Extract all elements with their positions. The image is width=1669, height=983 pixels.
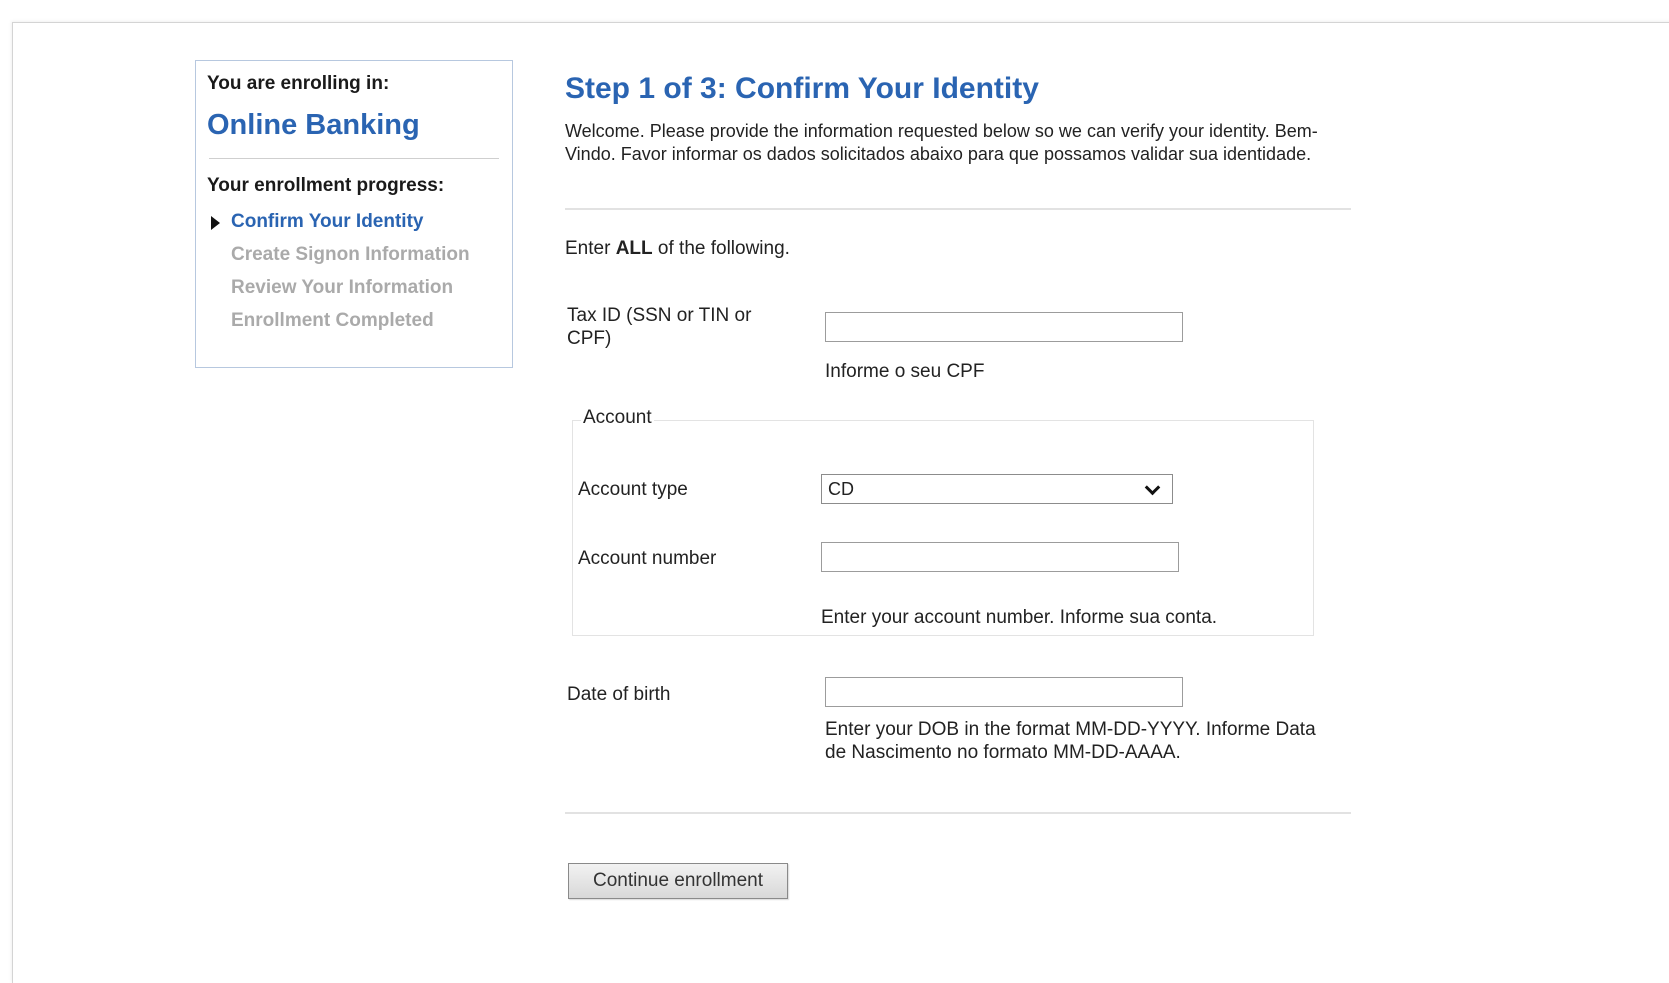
account-type-value: CD <box>828 479 854 499</box>
sidebar-divider <box>209 158 499 159</box>
progress-step-confirm-identity: Confirm Your Identity <box>207 211 500 244</box>
top-divider <box>565 208 1351 210</box>
enrolling-label: You are enrolling in: <box>207 73 390 94</box>
progress-step-label: Enrollment Completed <box>231 310 434 331</box>
progress-label: Your enrollment progress: <box>207 175 445 196</box>
tax-id-label: Tax ID (SSN or TIN or CPF) <box>567 305 752 349</box>
product-name: Online Banking <box>207 109 420 141</box>
progress-step-enrollment-completed: Enrollment Completed <box>207 310 500 343</box>
tax-id-help: Informe o seu CPF <box>825 361 985 382</box>
enter-all-instruction: Enter ALL of the following. <box>565 238 790 260</box>
page-title: Step 1 of 3: Confirm Your Identity <box>565 72 1039 105</box>
continue-enrollment-button[interactable]: Continue enrollment <box>568 863 788 899</box>
main-content: Step 1 of 3: Confirm Your Identity Welco… <box>565 72 1351 899</box>
enter-all-bold: ALL <box>615 238 653 259</box>
dob-input[interactable] <box>825 677 1183 707</box>
account-legend: Account <box>581 407 654 429</box>
enter-all-prefix: Enter <box>565 238 616 259</box>
account-type-label: Account type <box>578 479 688 500</box>
dob-label: Date of birth <box>567 684 671 705</box>
progress-list: Confirm Your Identity Create Signon Info… <box>207 211 500 343</box>
enter-all-suffix: of the following. <box>652 238 790 259</box>
dob-help: Enter your DOB in the format MM-DD-YYYY.… <box>825 719 1316 763</box>
current-step-arrow-icon <box>211 216 220 230</box>
progress-step-review-information: Review Your Information <box>207 277 500 310</box>
account-fieldset: Account Account type CD Account number E… <box>572 407 1314 636</box>
account-number-input[interactable] <box>821 542 1179 572</box>
account-number-help: Enter your account number. Informe sua c… <box>821 607 1218 628</box>
progress-step-label: Create Signon Information <box>231 244 470 265</box>
progress-step-label: Confirm Your Identity <box>231 211 424 232</box>
tax-id-input[interactable] <box>825 312 1183 342</box>
chevron-down-icon <box>1144 479 1161 496</box>
bottom-divider <box>565 812 1351 814</box>
progress-step-label: Review Your Information <box>231 277 454 298</box>
account-type-select[interactable]: CD <box>821 474 1173 504</box>
account-number-label: Account number <box>578 548 717 569</box>
progress-step-create-signon: Create Signon Information <box>207 244 500 277</box>
intro-text: Welcome. Please provide the information … <box>565 121 1318 164</box>
enrollment-sidebar: You are enrolling in: Online Banking You… <box>195 60 513 368</box>
